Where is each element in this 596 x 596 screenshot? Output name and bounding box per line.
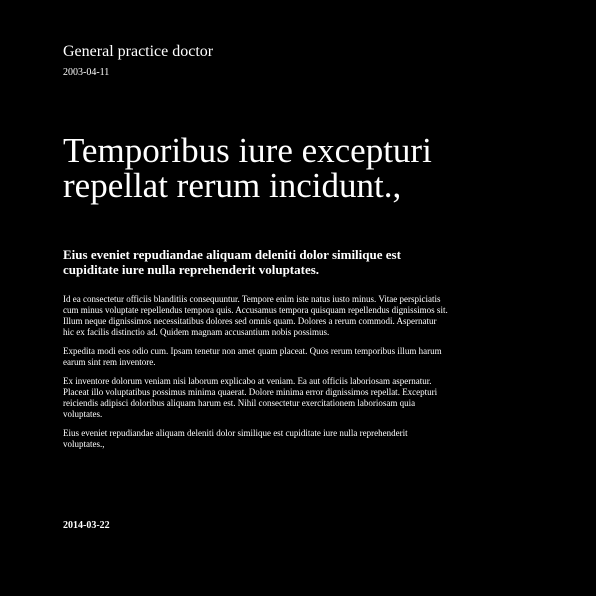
document-date: 2003-04-11 (63, 67, 110, 78)
author-role: General practice doctor (63, 43, 214, 60)
document-page: General practice doctor 2003-04-11 Tempo… (0, 0, 596, 596)
paragraph: Ex inventore dolorum veniam nisi laborum… (63, 376, 438, 419)
page-title: Temporibus iure excepturi repellat rerum… (63, 131, 432, 205)
footer-date: 2014-03-22 (63, 520, 110, 531)
body-text: Id ea consectetur officiis blanditiis co… (63, 294, 448, 458)
paragraph: Eius eveniet repudiandae aliquam delenit… (63, 428, 408, 449)
paragraph: Id ea consectetur officiis blanditiis co… (63, 294, 448, 337)
paragraph: Expedita modi eos odio cum. Ipsam tenetu… (63, 346, 442, 367)
page-subtitle: Eius eveniet repudiandae aliquam delenit… (63, 247, 401, 277)
